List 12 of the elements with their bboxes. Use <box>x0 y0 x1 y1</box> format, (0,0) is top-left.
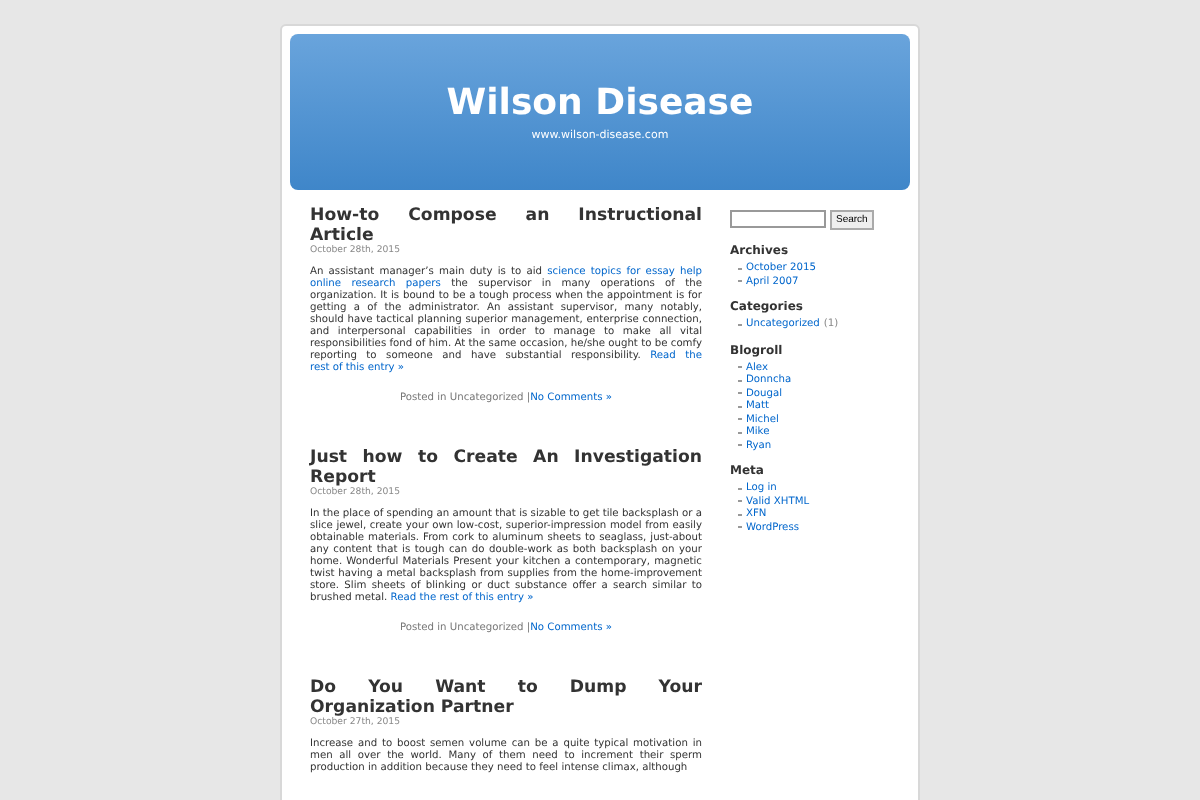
post-title[interactable]: Just how to Create An Investigation Report <box>310 448 702 488</box>
dash-bullet-icon <box>738 323 742 326</box>
blog-title[interactable]: Wilson Disease <box>446 82 754 124</box>
dash-bullet-icon <box>738 267 742 270</box>
dash-bullet-icon <box>738 431 742 434</box>
search-field[interactable] <box>730 210 826 228</box>
dash-bullet-icon <box>738 487 742 490</box>
dash-bullet-icon <box>738 379 742 382</box>
dash-bullet-icon <box>738 405 742 408</box>
post-title[interactable]: Do You Want to Dump Your Organization Partner <box>310 678 702 718</box>
dash-bullet-icon <box>738 513 742 516</box>
post-title[interactable]: How-to Compose an Instructional Article <box>310 206 702 246</box>
